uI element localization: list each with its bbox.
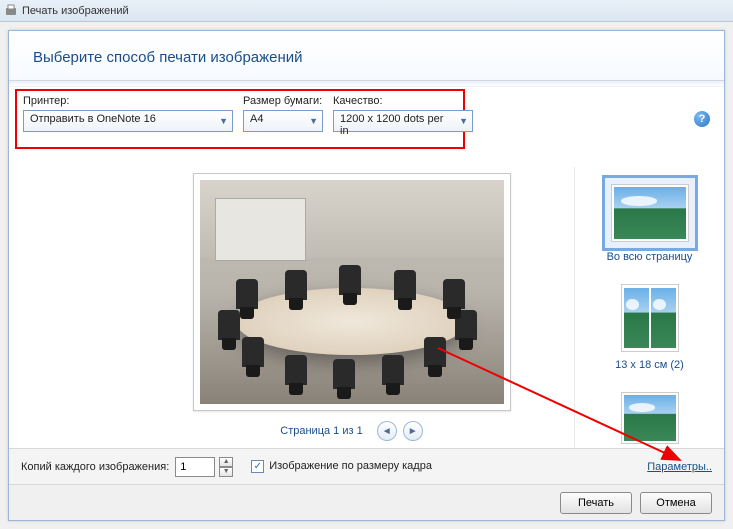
layouts-column[interactable]: Во всю страницу 13 x 18 см (2) 20 x 25 с… xyxy=(574,167,724,448)
chevron-down-icon: ▼ xyxy=(459,116,468,126)
copies-up-button[interactable]: ▲ xyxy=(219,457,233,467)
layout-13x18-label: 13 x 18 см (2) xyxy=(615,359,684,371)
printer-value: Отправить в OneNote 16 xyxy=(30,113,156,125)
pager: Страница 1 из 1 ◄ ► xyxy=(280,421,422,441)
layout-20x25[interactable]: 20 x 25 см (1) xyxy=(610,381,690,448)
paper-size-value: A4 xyxy=(250,113,263,125)
print-app-icon xyxy=(4,4,18,18)
parameters-link[interactable]: Параметры.. xyxy=(647,461,712,473)
layout-13x18[interactable]: 13 x 18 см (2) xyxy=(610,273,690,375)
print-dialog: Выберите способ печати изображений Принт… xyxy=(8,30,725,521)
page-indicator: Страница 1 из 1 xyxy=(280,425,362,437)
titlebar: Печать изображений xyxy=(0,0,733,22)
paper-size-dropdown[interactable]: A4 ▼ xyxy=(243,110,323,132)
fit-frame-checkbox[interactable]: ✓ xyxy=(251,460,264,473)
copies-down-button[interactable]: ▼ xyxy=(219,467,233,477)
help-icon[interactable]: ? xyxy=(694,111,710,127)
preview-image xyxy=(200,180,504,404)
dialog-heading: Выберите способ печати изображений xyxy=(9,31,724,81)
print-button[interactable]: Печать xyxy=(560,492,632,514)
options-strip: Копий каждого изображения: ▲ ▼ ✓ Изображ… xyxy=(9,448,724,484)
dialog-button-row: Печать Отмена xyxy=(9,484,724,520)
copies-input[interactable] xyxy=(175,457,215,477)
prev-page-button[interactable]: ◄ xyxy=(377,421,397,441)
chevron-down-icon: ▼ xyxy=(219,116,228,126)
preview-column: Страница 1 из 1 ◄ ► xyxy=(9,167,574,448)
printer-label: Принтер: xyxy=(23,95,233,107)
layout-full-label: Во всю страницу xyxy=(607,251,693,263)
preview-frame xyxy=(193,173,511,411)
settings-row: Принтер: Отправить в OneNote 16 ▼ Размер… xyxy=(9,87,724,146)
chevron-down-icon: ▼ xyxy=(309,116,318,126)
copies-label: Копий каждого изображения: xyxy=(21,461,169,473)
quality-label: Качество: xyxy=(333,95,473,107)
cancel-button[interactable]: Отмена xyxy=(640,492,712,514)
quality-value: 1200 x 1200 dots per in xyxy=(340,113,443,137)
next-page-button[interactable]: ► xyxy=(403,421,423,441)
fit-frame-label: Изображение по размеру кадра xyxy=(269,460,432,473)
printer-dropdown[interactable]: Отправить в OneNote 16 ▼ xyxy=(23,110,233,132)
window-title: Печать изображений xyxy=(22,5,129,17)
paper-size-label: Размер бумаги: xyxy=(243,95,323,107)
layout-full-page[interactable]: Во всю страницу xyxy=(598,171,702,267)
quality-dropdown[interactable]: 1200 x 1200 dots per in ▼ xyxy=(333,110,473,132)
